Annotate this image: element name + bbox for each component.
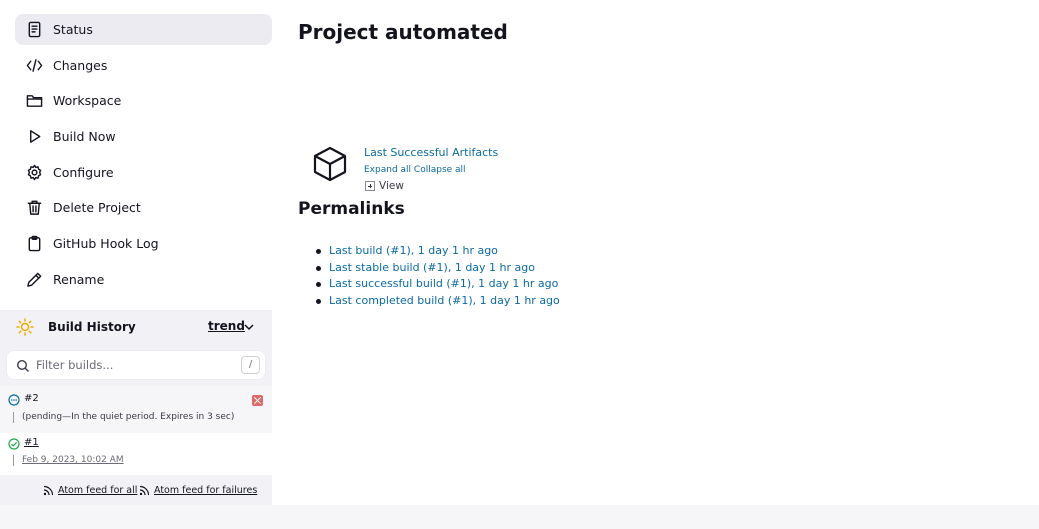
task-workspace[interactable]: Workspace [15, 85, 272, 116]
task-label: Changes [53, 58, 108, 73]
filter-area: / [0, 344, 272, 386]
view-label: View [379, 180, 404, 192]
task-label: Configure [53, 165, 114, 180]
clipboard-icon [25, 235, 43, 253]
rss-icon [139, 485, 150, 496]
atom-feed-failures-link[interactable]: Atom feed for failures [139, 485, 257, 496]
permalinks-list: Last build (#1), 1 day 1 hr ago Last sta… [316, 244, 560, 311]
task-label: Status [53, 22, 93, 37]
last-successful-artifacts-link[interactable]: Last Successful Artifacts [364, 146, 498, 159]
folder-icon [25, 92, 43, 110]
pencil-icon [25, 271, 43, 289]
cancel-build-icon[interactable] [252, 395, 263, 406]
build-description: (pending—In the quiet period. Expires in… [13, 412, 234, 423]
atom-feed-all-link[interactable]: Atom feed for all [43, 485, 137, 496]
task-rename[interactable]: Rename [15, 264, 272, 295]
task-label: GitHub Hook Log [53, 236, 159, 251]
filter-box: / [6, 350, 266, 380]
permalinks-heading: Permalinks [298, 199, 405, 219]
permalink-item: Last stable build (#1), 1 day 1 hr ago [316, 261, 560, 278]
trash-icon [25, 199, 43, 217]
trend-link[interactable]: trend [208, 319, 245, 333]
build-number[interactable]: #1 [24, 437, 39, 448]
build-history-header: Build History trend [0, 310, 272, 344]
task-label: Rename [53, 272, 105, 287]
expand-collapse-row: Expand all Collapse all [364, 165, 466, 175]
footer-bar [0, 505, 1039, 529]
task-github-hook-log[interactable]: GitHub Hook Log [15, 228, 272, 259]
page-title: Project automated [298, 20, 508, 44]
task-delete-project[interactable]: Delete Project [15, 192, 272, 223]
permalink-last-build[interactable]: Last build (#1), 1 day 1 hr ago [329, 244, 498, 257]
search-icon [16, 359, 29, 372]
pending-icon [8, 394, 20, 406]
document-icon [25, 21, 43, 39]
permalink-last-successful-build[interactable]: Last successful build (#1), 1 day 1 hr a… [329, 277, 558, 290]
permalink-item: Last completed build (#1), 1 day 1 hr ag… [316, 294, 560, 311]
task-label: Workspace [53, 93, 122, 108]
rss-icon [43, 485, 54, 496]
build-row[interactable]: #2 (pending—In the quiet period. Expires… [0, 386, 272, 433]
expand-all-link[interactable]: Expand all [364, 165, 411, 175]
task-label: Delete Project [53, 200, 141, 215]
expand-plus-icon[interactable] [365, 181, 375, 191]
task-label: Build Now [53, 129, 116, 144]
build-history-title: Build History [48, 320, 136, 334]
task-status[interactable]: Status [15, 14, 272, 45]
chevron-down-icon[interactable] [243, 321, 255, 333]
task-changes[interactable]: Changes [15, 50, 272, 81]
feed-label: Atom feed for failures [154, 485, 258, 496]
permalink-item: Last successful build (#1), 1 day 1 hr a… [316, 277, 560, 294]
success-check-icon [8, 438, 20, 450]
feed-label: Atom feed for all [58, 485, 138, 496]
build-timestamp[interactable]: Feb 9, 2023, 10:02 AM [13, 455, 124, 466]
build-number[interactable]: #2 [24, 393, 39, 404]
build-row[interactable]: #1 Feb 9, 2023, 10:02 AM [0, 433, 272, 475]
permalink-last-stable-build[interactable]: Last stable build (#1), 1 day 1 hr ago [329, 261, 535, 274]
collapse-all-link[interactable]: Collapse all [414, 165, 466, 175]
permalink-last-completed-build[interactable]: Last completed build (#1), 1 day 1 hr ag… [329, 294, 560, 307]
code-icon [25, 57, 43, 75]
play-icon [25, 128, 43, 146]
permalink-item: Last build (#1), 1 day 1 hr ago [316, 244, 560, 261]
task-build-now[interactable]: Build Now [15, 121, 272, 152]
sun-icon [16, 318, 34, 336]
keyboard-shortcut-badge: / [241, 356, 260, 374]
feeds-bar: Atom feed for all Atom feed for failures [0, 475, 272, 505]
sidebar: Status Changes Workspace Build Now Confi… [0, 0, 272, 505]
task-configure[interactable]: Configure [15, 157, 272, 188]
filter-builds-input[interactable] [36, 356, 236, 374]
gear-icon [25, 164, 43, 182]
package-icon [313, 146, 347, 182]
view-tree-node[interactable]: View [365, 180, 404, 192]
